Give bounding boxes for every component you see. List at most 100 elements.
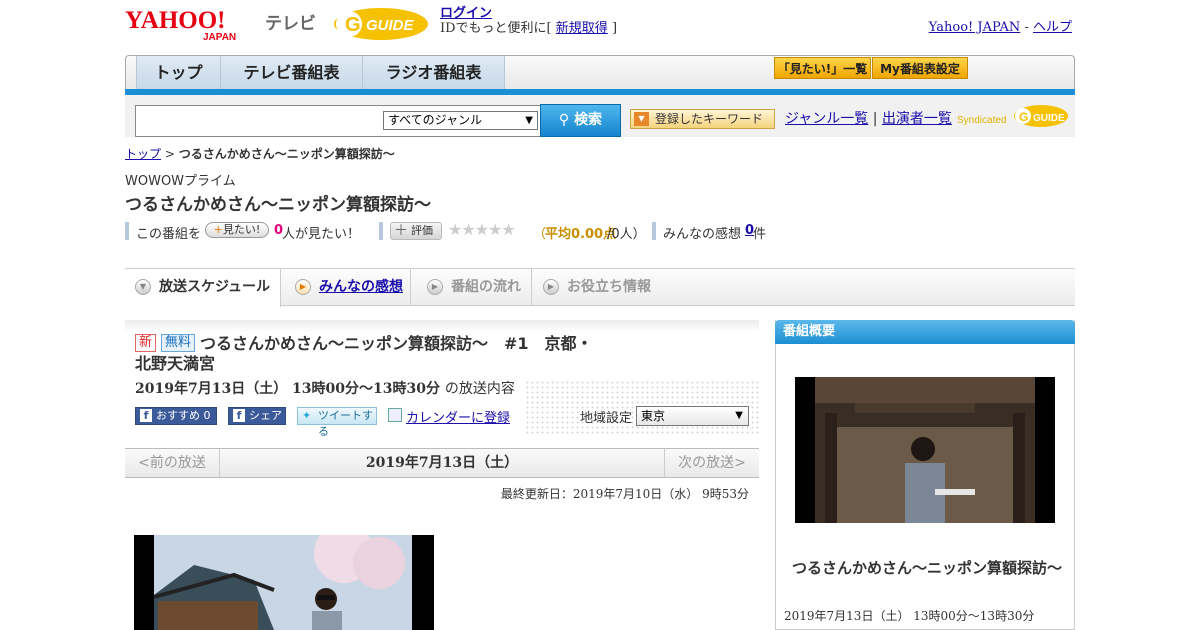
signup-link[interactable]: 新規取得: [556, 21, 608, 36]
link-separator: -: [1024, 20, 1029, 35]
tab-impressions-label: みんなの感想: [319, 279, 403, 295]
svg-text:G: G: [345, 14, 361, 36]
air-date: 2019年7月13日（土） 13時00分～13時30分 の放送内容: [135, 378, 515, 398]
air-date-suffix: の放送内容: [444, 381, 515, 397]
rating-average: 平均0.00点: [545, 227, 617, 242]
calendar-register-link[interactable]: カレンダーに登録: [388, 407, 510, 426]
recommend-count: 0: [203, 409, 211, 422]
sidebar-air-date: 2019年7月13日（土） 13時00分～13時30分: [784, 609, 1035, 623]
genre-select[interactable]: すべてのジャンル ▼: [383, 111, 538, 130]
last-updated: 最終更新日：2019年7月10日（水） 9時53分: [500, 487, 749, 501]
help-link[interactable]: ヘルプ: [1033, 20, 1072, 35]
plus-icon: +: [213, 223, 223, 236]
breadcrumb-current: つるさんかめさん～ニッポン算額探訪～: [178, 147, 395, 161]
social-row: f おすすめ 0 f シェア ✦ ツイートする カレンダーに登録 地域設定 東京…: [135, 406, 755, 438]
registered-keyword-button[interactable]: ▼ 登録したキーワード: [630, 109, 775, 129]
tab-useful-info-label: お役立ち情報: [567, 279, 651, 295]
nav-tab-radio-schedule[interactable]: ラジオ番組表: [363, 56, 505, 90]
yahoo-tv-logo[interactable]: YAHOO! JAPAN テレビ: [125, 6, 325, 42]
program-info-bar: この番組を +見たい! 0 人が見たい！ ＋ 評価 ★★★★★ （ 平均0.00…: [125, 220, 1075, 242]
tab-impressions[interactable]: ▶ みんなの感想: [285, 269, 411, 305]
syndicated-gguide-logo: Syndicated G GUIDE: [957, 105, 1068, 127]
info-bar-divider: [652, 222, 656, 240]
genre-list-link[interactable]: ジャンル一覧: [785, 111, 868, 127]
search-icon: ⚲: [558, 112, 570, 128]
arrow-down-icon: ▼: [135, 279, 151, 295]
login-description: IDでもっと便利に[: [440, 21, 552, 36]
kanso-label: みんなの感想: [663, 227, 742, 242]
logo-tv-text: テレビ: [265, 14, 316, 34]
login-link[interactable]: ログイン: [440, 6, 492, 21]
prev-broadcast-link[interactable]: <前の放送: [125, 449, 220, 477]
region-label: 地域設定: [580, 411, 633, 426]
new-badge: 新: [135, 334, 157, 352]
search-button[interactable]: ⚲ 検索: [540, 104, 621, 137]
free-badge: 無料: [161, 334, 196, 352]
top-right-links: Yahoo! JAPAN - ヘルプ: [929, 16, 1072, 35]
calendar-icon: [388, 408, 402, 422]
facebook-icon: f: [140, 409, 152, 422]
sidebar-heading: 番組概要: [775, 320, 1075, 344]
login-close-bracket: ]: [611, 21, 618, 36]
channel-name: WOWOWプライム: [125, 174, 236, 189]
my-schedule-settings-button[interactable]: My番組表設定: [872, 57, 968, 79]
plus-icon: ＋: [394, 223, 408, 239]
search-row: すべてのジャンル ▼ ⚲ 検索 ▼ 登録したキーワード ジャンル一覧 | 出演者…: [125, 95, 1075, 137]
page: YAHOO! JAPAN テレビ G GUIDE ログイン IDでもっと便利に[…: [125, 0, 1075, 630]
cast-list-link[interactable]: 出演者一覧: [882, 111, 952, 127]
mitai-list-button[interactable]: 「見たい!」一覧: [774, 57, 871, 79]
tweet-button[interactable]: ✦ ツイートする: [297, 407, 377, 438]
tab-program-flow-label: 番組の流れ: [451, 279, 521, 295]
syndicated-text: Syndicated: [957, 115, 1006, 126]
arrow-right-icon: ▶: [295, 279, 311, 295]
current-broadcast-date: 2019年7月13日（土）: [365, 455, 519, 471]
logo-japan-text: JAPAN: [203, 32, 236, 42]
facebook-recommend-button[interactable]: f おすすめ 0: [135, 407, 217, 425]
next-broadcast-link[interactable]: 次の放送>: [664, 449, 759, 477]
registered-keyword-label: 登録したキーワード: [655, 112, 764, 126]
share-label: シェア: [249, 409, 282, 422]
tab-schedule-label: 放送スケジュール: [159, 279, 271, 295]
calendar-label: カレンダーに登録: [406, 411, 511, 426]
recommend-label: おすすめ: [156, 409, 200, 422]
air-date-time: 2019年7月13日（土） 13時00分～13時30分: [135, 381, 440, 397]
rating-count: /0人）: [607, 227, 646, 242]
login-block: ログイン IDでもっと便利に[ 新規取得 ]: [440, 6, 617, 36]
facebook-share-button[interactable]: f シェア: [228, 407, 286, 425]
kanso-unit: 件: [753, 227, 767, 242]
rate-button[interactable]: ＋ 評価: [390, 222, 442, 240]
nav-tab-top[interactable]: トップ: [136, 56, 221, 90]
chevron-down-icon: ▼: [525, 115, 533, 126]
info-bar-divider: [125, 222, 129, 240]
tweet-label: ツイートする: [318, 409, 373, 438]
region-select-value: 東京: [641, 409, 666, 423]
gguide-logo[interactable]: G GUIDE: [333, 6, 433, 42]
tab-useful-info[interactable]: ▶ お役立ち情報: [533, 269, 673, 305]
section-tabs: ▼ 放送スケジュール ▶ みんなの感想 ▶ 番組の流れ ▶ お役立ち情報: [125, 268, 1075, 307]
mitai-button[interactable]: +見たい!: [205, 222, 269, 238]
breadcrumb-home-link[interactable]: トップ: [125, 147, 161, 161]
episode-photo: [134, 535, 434, 630]
gguide-text: GUIDE: [366, 17, 415, 34]
page-title: つるさんかめさん～ニッポン算額探訪～: [125, 195, 431, 215]
mitai-suffix: 人が見たい！: [282, 227, 361, 242]
arrow-right-icon: ▶: [543, 279, 559, 295]
rating-stars[interactable]: ★★★★★: [448, 220, 516, 239]
nav-tab-tv-schedule[interactable]: テレビ番組表: [221, 56, 363, 90]
sidebar-program-title: つるさんかめさん～ニッポン算額探訪～: [792, 559, 1063, 577]
mitai-prefix: この番組を: [136, 227, 202, 242]
tab-program-flow[interactable]: ▶ 番組の流れ: [417, 269, 532, 305]
sidebar-program-overview: 番組概要 つるさんかめさん～ニッポン算額探訪～ 2019年7月13日（土） 13…: [775, 320, 1075, 630]
syndicated-guide-text: GUIDE: [1033, 113, 1065, 124]
header: YAHOO! JAPAN テレビ G GUIDE ログイン IDでもっと便利に[…: [125, 0, 1075, 52]
breadcrumb: トップ > つるさんかめさん～ニッポン算額探訪～: [125, 145, 395, 162]
yahoo-japan-link[interactable]: Yahoo! JAPAN: [929, 20, 1021, 35]
chevron-down-icon: ▼: [735, 410, 743, 421]
facebook-icon: f: [233, 409, 245, 422]
dropdown-triangle-icon: ▼: [634, 112, 649, 126]
svg-text:G: G: [1019, 110, 1028, 124]
episode-title: つるさんかめさん～ニッポン算額探訪～ #1 京都・北野天満宮: [135, 334, 593, 373]
tab-schedule[interactable]: ▼ 放送スケジュール: [125, 269, 281, 307]
region-select[interactable]: 東京 ▼: [636, 406, 749, 426]
genre-select-value: すべてのジャンル: [388, 113, 483, 127]
